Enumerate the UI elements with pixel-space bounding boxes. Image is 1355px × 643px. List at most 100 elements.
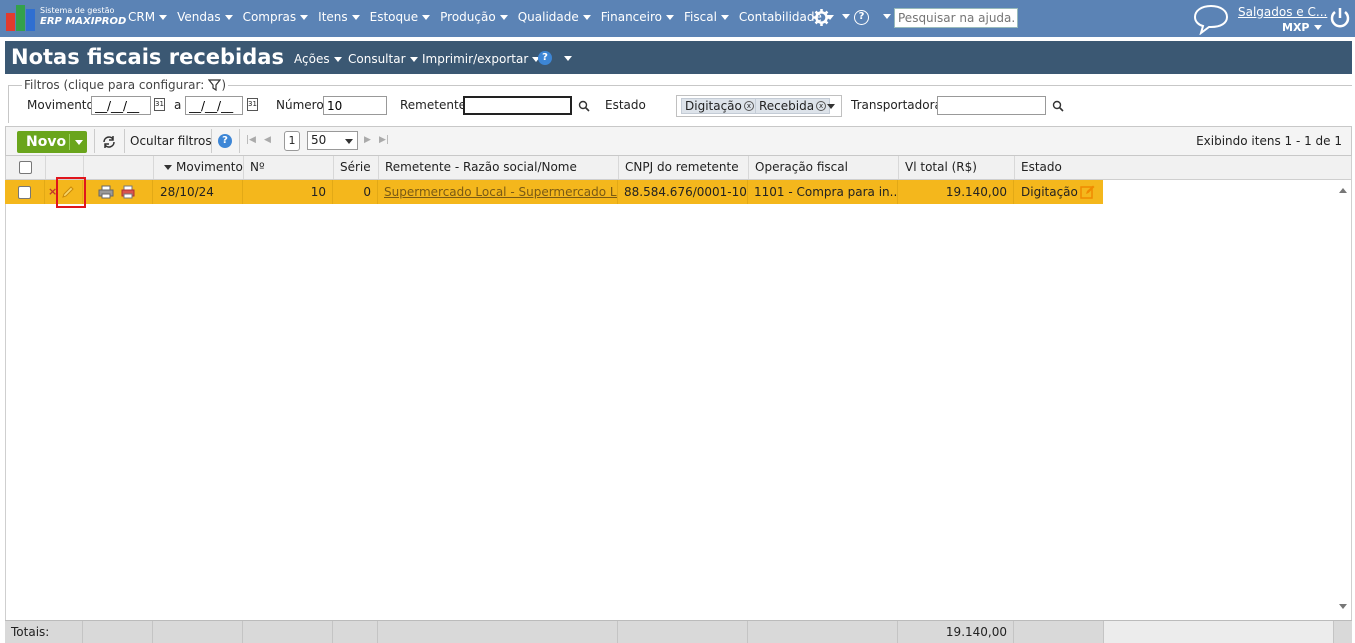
page-help-menu[interactable]: ? [538,51,572,65]
caret-down-icon[interactable] [883,14,891,19]
caret-down-icon [333,56,342,62]
logo-line-2: ERP MAXIPROD [40,16,127,27]
filters-legend[interactable]: Filtros (clique para configurar: ) [22,78,228,92]
cell-valor-total: 19.140,00 [898,180,1014,204]
menu-compras[interactable]: Compras [243,10,309,24]
power-icon[interactable] [1328,6,1352,30]
top-navigation-bar: Sistema de gestão ERP MAXIPROD CRM Venda… [0,0,1355,37]
caret-down-icon [224,14,233,20]
select-all-checkbox[interactable] [19,161,32,174]
row-checkbox[interactable] [18,186,31,199]
calendar-icon[interactable]: 31 [154,98,165,111]
chevron-down-icon[interactable] [75,140,83,145]
cell-movimento: 28/10/24 [153,180,243,204]
first-page-icon[interactable]: |◀ [246,135,256,145]
totals-empty [1104,621,1334,643]
menu-estoque[interactable]: Estoque [370,10,431,24]
menu-acoes[interactable]: Ações [294,52,342,66]
edit-status-icon[interactable] [1080,185,1095,199]
menu-imprimir-exportar[interactable]: Imprimir/exportar [422,52,541,66]
company-selector[interactable]: MXP [1282,21,1322,34]
scroll-down-arrow-icon[interactable] [1339,604,1347,609]
caret-down-icon [720,14,729,20]
estado-value: Digitação [1021,185,1078,199]
totals-empty [378,621,618,643]
calendar-icon[interactable]: 31 [247,98,258,111]
menu-label: Compras [242,10,297,24]
filters-legend-end: ) [221,78,226,92]
header-actions-2 [84,156,154,179]
user-name-link[interactable]: Salgados e C... [1238,5,1327,19]
menu-producao[interactable]: Produção [440,10,508,24]
menu-financeiro[interactable]: Financeiro [600,10,675,24]
totals-empty [1014,621,1104,643]
prev-page-icon[interactable]: ◀ [264,135,271,145]
header-valor-total[interactable]: Vl total (R$) [899,156,1015,179]
search-icon[interactable] [578,100,590,112]
filter-funnel-icon [208,79,222,91]
menu-consultar[interactable]: Consultar [348,52,418,66]
help-icon[interactable]: ? [218,134,232,148]
chevron-down-icon[interactable] [827,104,835,109]
new-button[interactable]: Novo [17,131,87,153]
movimento-label: Movimento [27,98,94,112]
last-page-icon[interactable]: ▶| [379,135,389,145]
hide-filters-button[interactable]: Ocultar filtros [130,134,212,148]
menu-fiscal[interactable]: Fiscal [684,10,729,24]
cell-operacao-fiscal: 1101 - Compra para in... [748,180,898,204]
print-danfe-icon[interactable] [121,185,135,199]
help-icon[interactable]: ? [854,10,869,25]
remove-icon[interactable]: x [816,101,827,111]
header-serie[interactable]: Série [334,156,379,179]
row-select-cell [5,180,45,204]
next-page-icon[interactable]: ▶ [364,135,371,145]
header-operacao-fiscal[interactable]: Operação fiscal [749,156,899,179]
caret-down-icon [499,14,508,20]
cell-serie: 0 [333,180,378,204]
estado-label: Estado [605,98,646,112]
page-size-select[interactable]: 50 [307,131,358,150]
cell-cnpj: 88.584.676/0001-10 [618,180,748,204]
print-icon[interactable] [98,185,114,199]
menu-qualidade[interactable]: Qualidade [518,10,591,24]
chat-bubble-icon[interactable] [1192,3,1230,35]
remove-icon[interactable]: x [743,101,754,111]
header-estado[interactable]: Estado [1015,156,1105,179]
header-actions-1 [46,156,84,179]
items-count: Exibindo itens 1 - 1 de 1 [1196,134,1342,148]
remetente-link[interactable]: Supermercado Local - Supermercado Lo... [384,185,617,199]
header-remetente[interactable]: Remetente - Razão social/Nome [379,156,619,179]
totals-empty [618,621,748,643]
estado-chip-digitacao[interactable]: Digitação x [681,98,758,114]
cell-numero: 10 [243,180,333,204]
header-numero[interactable]: Nº [244,156,334,179]
totals-empty [243,621,333,643]
gear-icon[interactable] [813,9,830,26]
search-icon[interactable] [1052,100,1064,112]
erp-logo[interactable] [6,5,36,31]
menu-label: Contabilidade [738,10,822,24]
caret-down-icon[interactable] [842,14,850,19]
grid-body [5,180,1352,620]
transportadora-input[interactable] [937,96,1046,115]
menu-crm[interactable]: CRM [128,10,168,24]
movimento-date-from[interactable] [91,96,151,115]
menu-label: Financeiro [600,10,663,24]
header-cnpj[interactable]: CNPJ do remetente [619,156,749,179]
menu-itens[interactable]: Itens [318,10,360,24]
movimento-date-to[interactable] [185,96,243,115]
table-row[interactable]: × 28/10/24 10 0 Supermercado Local - Sup… [5,180,1103,204]
page-number-input[interactable]: 1 [284,131,300,151]
chevron-down-icon [345,139,353,144]
numero-input[interactable] [323,96,387,115]
menu-vendas[interactable]: Vendas [177,10,233,24]
estado-chip-recebida[interactable]: Recebida x [755,98,831,114]
chip-label: Recebida [759,99,815,113]
refresh-icon[interactable] [101,135,117,149]
remetente-input[interactable] [463,96,572,115]
estado-multiselect[interactable]: Digitação x Recebida x [676,95,842,117]
header-movimento[interactable]: Movimento [154,156,244,179]
remetente-label: Remetente [400,98,467,112]
help-search-input[interactable] [894,8,1018,28]
scroll-up-arrow-icon[interactable] [1339,188,1347,193]
